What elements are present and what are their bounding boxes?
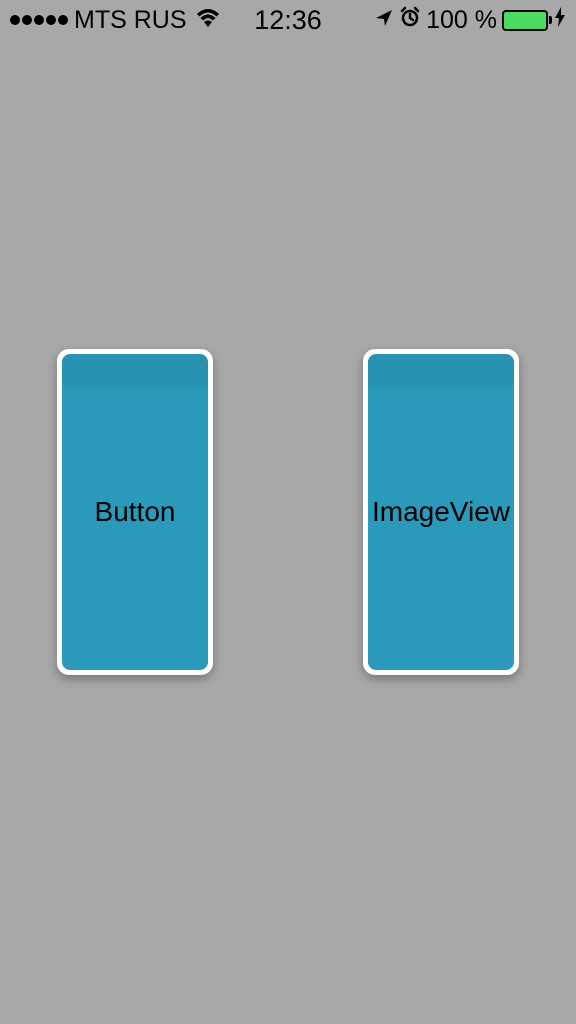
imageview-card[interactable]: ImageView bbox=[363, 349, 519, 675]
main-content: Button ImageView bbox=[0, 0, 576, 1024]
button-card-inner: Button bbox=[62, 354, 208, 670]
imageview-card-label: ImageView bbox=[372, 496, 510, 528]
button-card-label: Button bbox=[95, 496, 176, 528]
imageview-card-inner: ImageView bbox=[368, 354, 514, 670]
button-card[interactable]: Button bbox=[57, 349, 213, 675]
